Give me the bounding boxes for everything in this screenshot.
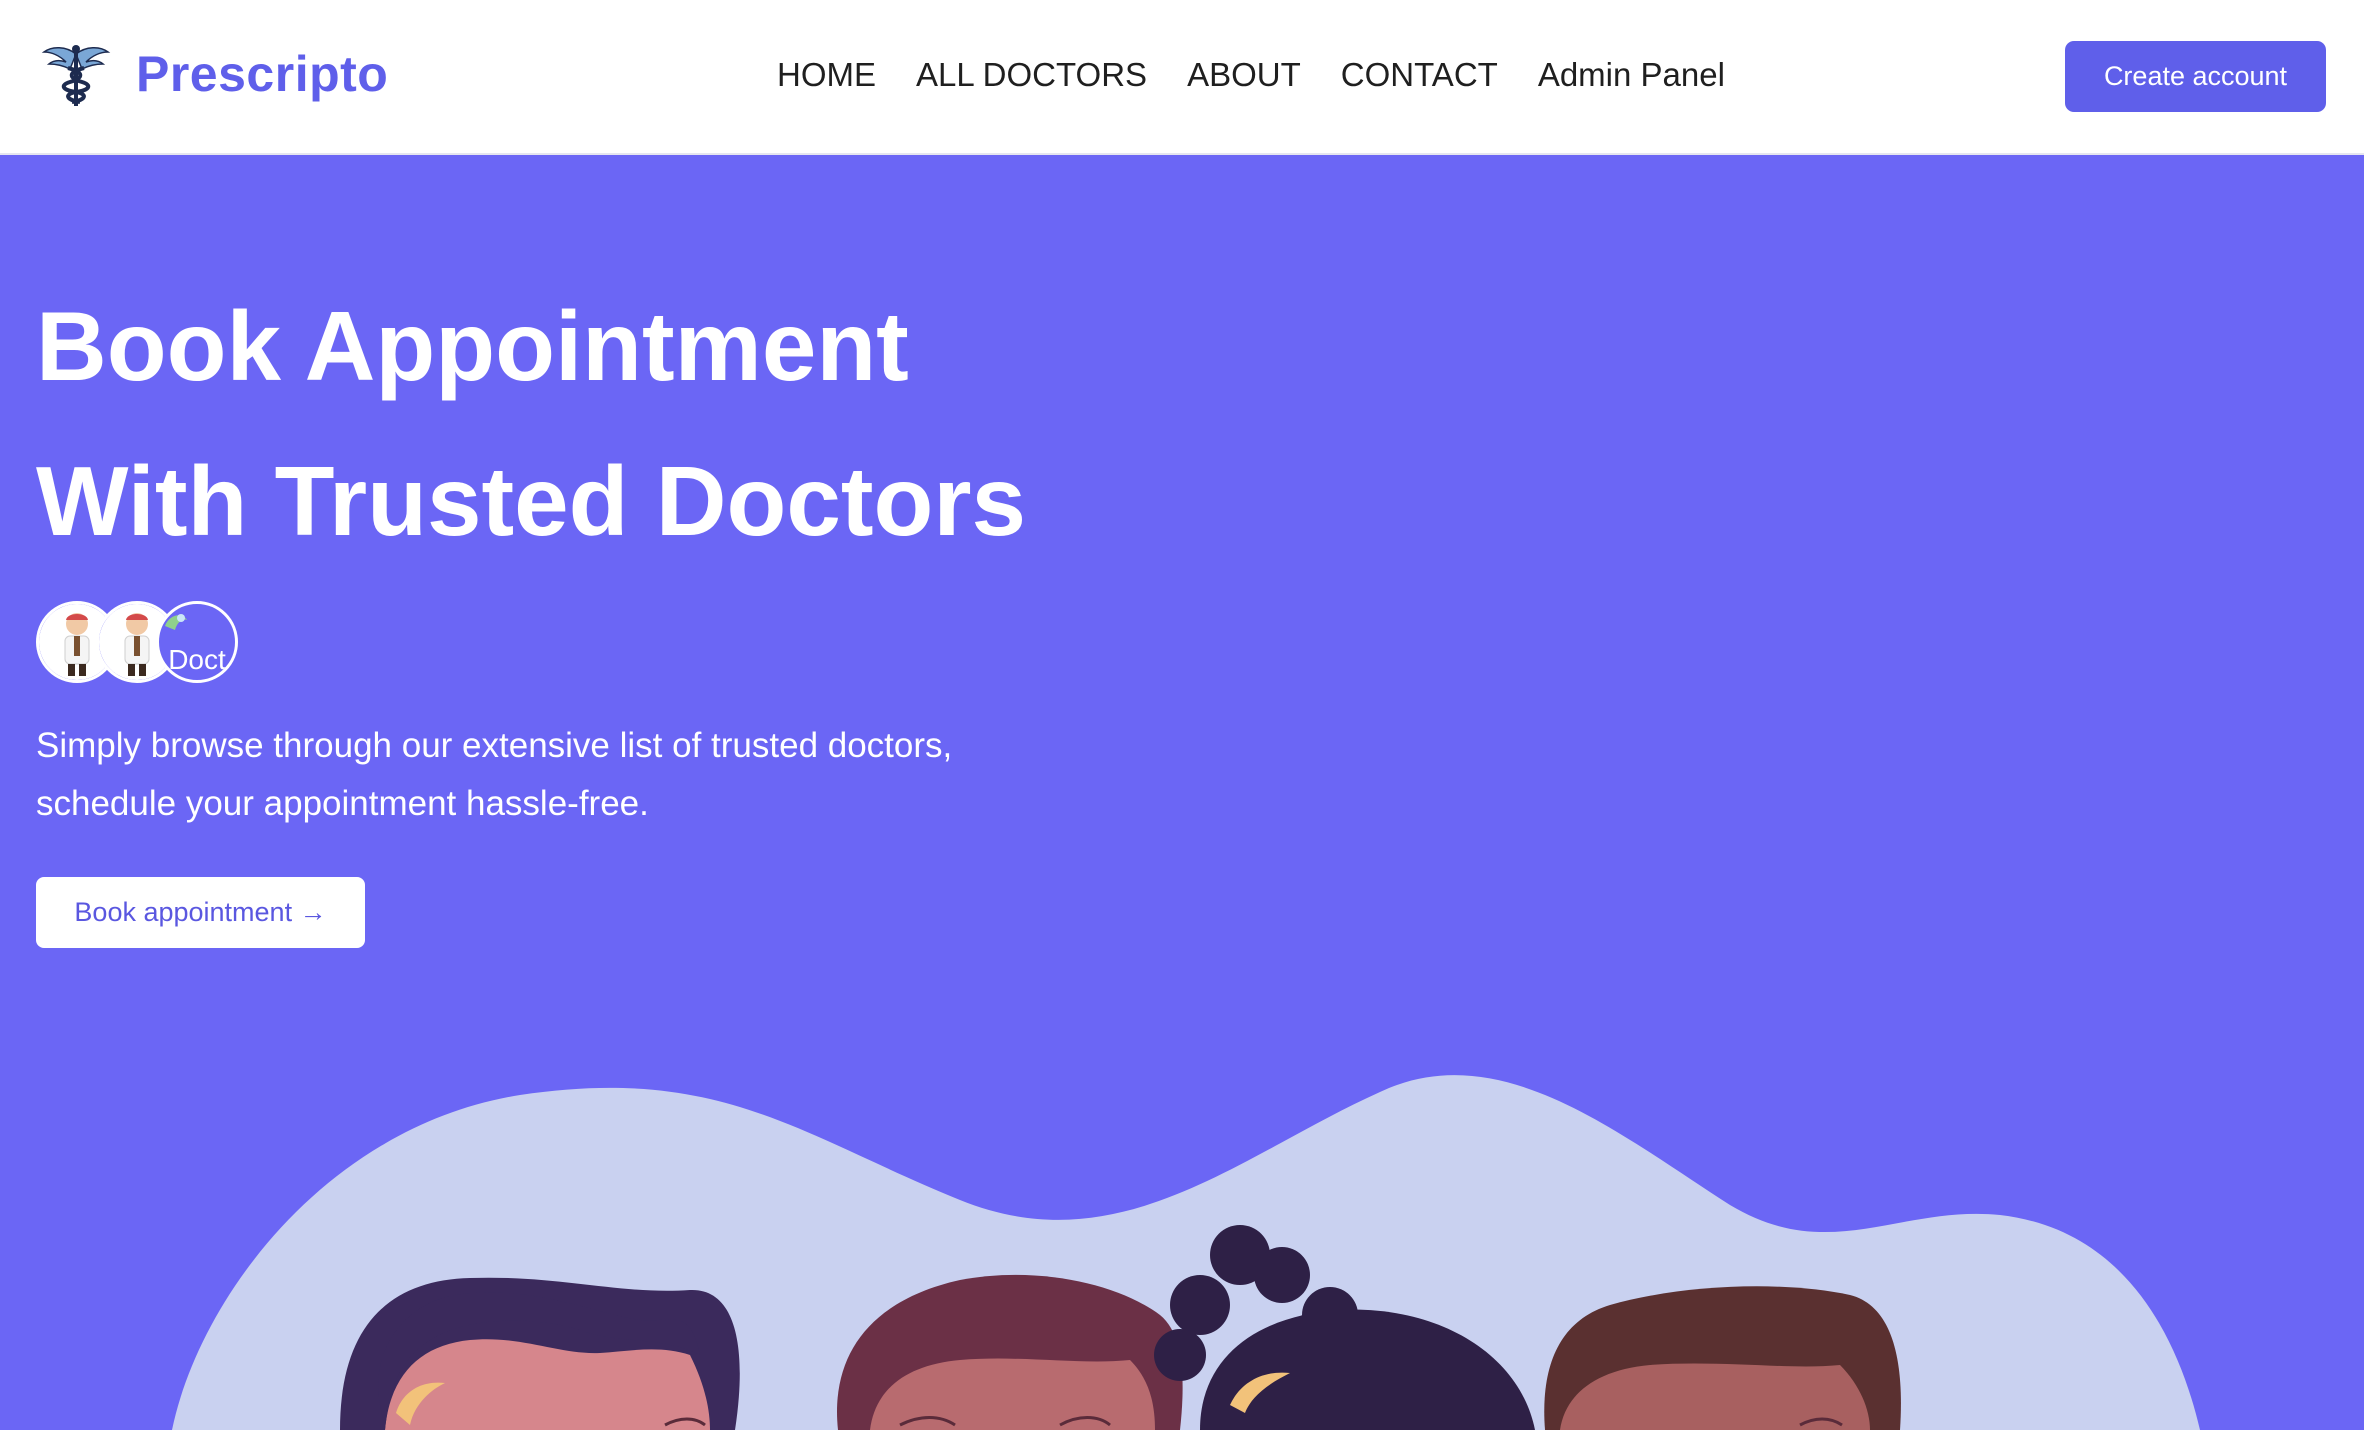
nav-link-contact[interactable]: CONTACT xyxy=(1341,50,1498,100)
brand-logo[interactable]: Prescripto xyxy=(40,38,388,110)
main-nav: HOME ALL DOCTORS ABOUT CONTACT Admin Pan… xyxy=(777,50,1725,100)
create-account-button[interactable]: Create account xyxy=(2065,41,2326,112)
brand-name: Prescripto xyxy=(136,46,389,102)
hero-section: Book Appointment With Trusted Doctors Do… xyxy=(0,155,2364,1430)
caduceus-icon xyxy=(41,45,111,106)
nav-link-all-doctors[interactable]: ALL DOCTORS xyxy=(916,50,1147,100)
hero-title-line1: Book Appointment xyxy=(36,291,909,401)
nav-link-home[interactable]: HOME xyxy=(777,50,876,100)
book-appointment-button[interactable]: Book appointment → xyxy=(36,877,365,948)
nav-link-admin-panel[interactable]: Admin Panel xyxy=(1538,50,1725,100)
hero-title: Book Appointment With Trusted Doctors xyxy=(36,269,1136,579)
avatar-alt-text: Doct xyxy=(168,644,226,675)
hero-description: Simply browse through our extensive list… xyxy=(36,726,953,823)
hero-title-line2: With Trusted Doctors xyxy=(36,446,1027,556)
doctor-avatar-broken: Doct xyxy=(156,601,238,683)
navbar: Prescripto HOME ALL DOCTORS ABOUT CONTAC… xyxy=(0,0,2364,155)
nav-link-about[interactable]: ABOUT xyxy=(1187,50,1301,100)
